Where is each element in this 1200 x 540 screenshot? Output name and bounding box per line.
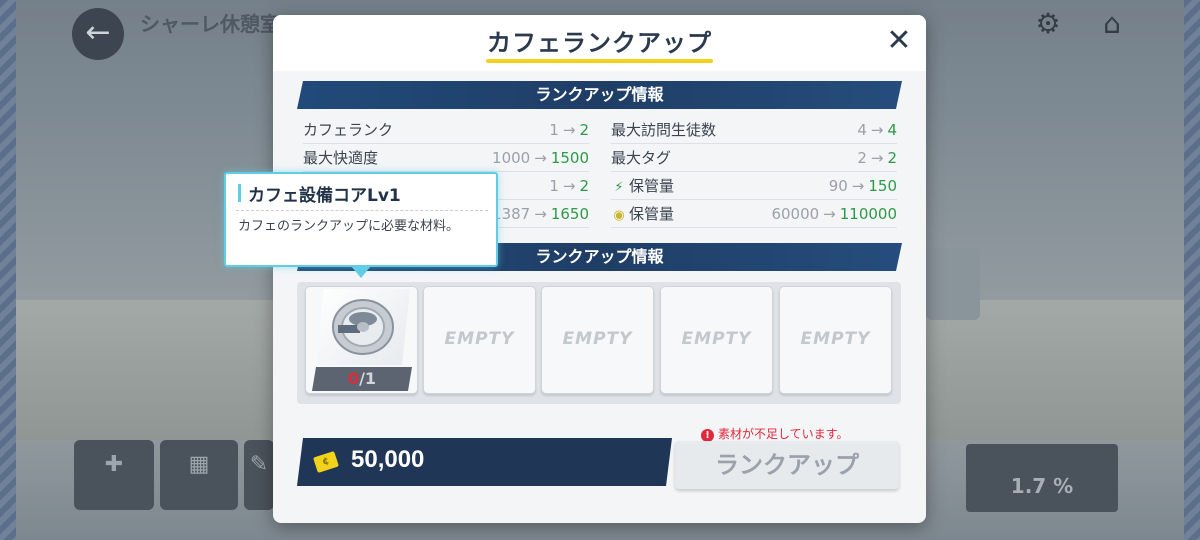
empty-label: EMPTY — [444, 329, 515, 349]
stat-row: カフェランク 1 → 2 — [303, 116, 589, 144]
material-slot-empty: EMPTY — [423, 286, 536, 394]
stat-row: ◉ 保管量 60000 → 110000 — [611, 200, 897, 228]
tooltip-title: カフェ設備コアLv1 — [248, 186, 401, 206]
left-edge-stripes — [0, 0, 16, 540]
stat-values: 1 → 2 — [549, 177, 589, 195]
stat-label-with-icon: ⚡ 保管量 — [611, 172, 674, 202]
gear-icon[interactable]: ⚙ — [1030, 8, 1066, 40]
home-icon[interactable]: ⌂ — [1094, 8, 1130, 40]
credit-cost-bar: ¢ 50,000 — [297, 438, 672, 486]
right-edge-stripes — [1184, 0, 1200, 540]
empty-label: EMPTY — [681, 329, 752, 349]
stat-label: 最大訪問生徒数 — [611, 121, 717, 139]
item-tooltip: カフェ設備コアLv1 カフェのランクアップに必要な材料。 — [224, 172, 498, 267]
dialog-title: カフェランクアップ — [487, 29, 712, 57]
stat-values: 90 → 150 — [828, 177, 897, 195]
arrow-right-icon: → — [534, 149, 547, 167]
material-slot-empty: EMPTY — [660, 286, 773, 394]
material-slot-empty: EMPTY — [541, 286, 654, 394]
empty-label: EMPTY — [800, 329, 871, 349]
stat-label: カフェランク — [303, 121, 394, 139]
cafe-core-item[interactable] — [316, 289, 410, 365]
tooltip-pointer — [351, 266, 371, 278]
insufficient-materials-warning: ! 素材が不足しています。 — [701, 425, 848, 442]
tooltip-divider — [236, 210, 488, 211]
arrow-right-icon: → — [870, 149, 884, 167]
background-header-title: シャーレ休憩室 — [140, 12, 280, 34]
background-tool-button-1[interactable]: ✚ — [74, 440, 154, 510]
background-stat-panel: 1.7 % — [966, 444, 1118, 512]
stat-row: 最大訪問生徒数 4 → 4 — [611, 116, 897, 144]
arrow-right-icon: → — [562, 177, 576, 195]
credit-cost-value: 50,000 — [351, 446, 425, 473]
arrow-right-icon: → — [823, 205, 836, 223]
tooltip-accent-bar — [238, 184, 241, 202]
arrow-right-icon: → — [870, 121, 884, 139]
stat-label: 最大快適度 — [303, 149, 379, 167]
stat-row: ⚡ 保管量 90 → 150 — [611, 172, 897, 200]
arrow-right-icon: → — [534, 205, 547, 223]
background-side-button[interactable] — [926, 248, 980, 320]
stat-values: 1000 → 1500 — [492, 149, 589, 167]
ap-lightning-icon: ⚡ — [614, 180, 624, 195]
stat-label: 最大タグ — [611, 149, 672, 167]
material-count: 0/1 — [312, 367, 412, 391]
material-slot-core[interactable]: 0/1 — [305, 286, 418, 394]
credit-icon: ¢ — [313, 451, 339, 473]
rankup-button[interactable]: ランクアップ — [675, 441, 899, 489]
dialog-header: カフェランクアップ ✕ — [273, 15, 926, 71]
background-tool-button-2[interactable]: ▦ — [160, 440, 238, 510]
credit-coin-icon: ◉ — [613, 208, 625, 223]
stat-row: 最大快適度 1000 → 1500 — [303, 144, 589, 172]
background-tool-button-3[interactable]: ✎ — [244, 440, 274, 510]
title-underline — [486, 59, 713, 63]
arrow-right-icon: → — [562, 121, 576, 139]
stat-values: 60000 → 110000 — [771, 205, 897, 223]
stat-values: 2 → 2 — [857, 149, 897, 167]
arrow-right-icon: → — [851, 177, 865, 195]
close-button[interactable]: ✕ — [881, 23, 917, 59]
materials-panel: 0/1 EMPTY EMPTY EMPTY EMPTY — [297, 282, 901, 404]
stat-row: 最大タグ 2 → 2 — [611, 144, 897, 172]
stat-values: 4 → 4 — [857, 121, 897, 139]
core-device-icon — [316, 289, 410, 365]
rankup-info-header: ランクアップ情報 — [297, 81, 902, 109]
back-arrow-icon[interactable]: ← — [72, 8, 124, 60]
tooltip-description: カフェのランクアップに必要な材料。 — [238, 219, 460, 234]
stat-values: 1387 → 1650 — [492, 205, 589, 223]
material-slot-empty: EMPTY — [779, 286, 892, 394]
stat-values: 1 → 2 — [549, 121, 589, 139]
empty-label: EMPTY — [562, 329, 633, 349]
stat-label-with-icon: ◉ 保管量 — [611, 200, 674, 230]
